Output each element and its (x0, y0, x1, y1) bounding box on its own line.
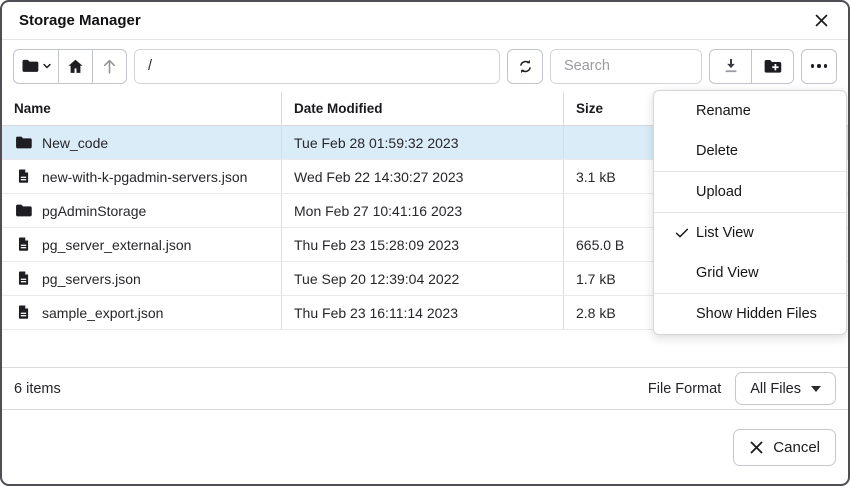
new-folder-button[interactable] (751, 49, 794, 84)
items-count: 6 items (14, 381, 61, 397)
check-icon (674, 225, 696, 241)
menu-item-rename[interactable]: Rename (654, 91, 846, 131)
check-icon (674, 184, 696, 200)
check-icon (674, 103, 696, 119)
file-date-modified: Tue Sep 20 12:39:04 2022 (282, 262, 564, 295)
menu-item-list-view[interactable]: List View (654, 213, 846, 253)
table-empty-area (2, 330, 848, 367)
menu-item-label: Upload (696, 184, 742, 200)
file-date-modified: Wed Feb 22 14:30:27 2023 (282, 160, 564, 193)
file-name: new-with-k-pgadmin-servers.json (42, 169, 247, 185)
check-icon (674, 265, 696, 281)
new-folder-icon (762, 56, 783, 77)
file-format-label: File Format (648, 381, 721, 397)
refresh-icon (516, 57, 535, 76)
menu-item-grid-view[interactable]: Grid View (654, 253, 846, 293)
close-icon (813, 12, 830, 29)
download-icon (721, 56, 741, 76)
dialog-actions: Cancel (2, 409, 848, 484)
column-header-name[interactable]: Name (2, 92, 282, 125)
column-header-date-modified[interactable]: Date Modified (282, 92, 564, 125)
file-date-modified: Thu Feb 23 15:28:09 2023 (282, 228, 564, 261)
file-icon (14, 269, 33, 288)
file-name: pgAdminStorage (42, 203, 146, 219)
file-action-group (709, 49, 794, 84)
nav-button-group (13, 49, 127, 84)
file-name: New_code (42, 135, 108, 151)
refresh-button[interactable] (507, 49, 543, 84)
file-name: pg_server_external.json (42, 237, 191, 253)
status-bar: 6 items File Format All Files (2, 367, 848, 409)
title-bar: Storage Manager (2, 2, 848, 40)
folder-icon (20, 56, 40, 76)
options-menu: Rename Delete Upload List View Grid View… (653, 90, 847, 335)
toolbar (2, 40, 848, 92)
storage-select-button[interactable] (13, 49, 59, 84)
close-button[interactable] (808, 8, 834, 34)
path-input[interactable] (134, 49, 500, 84)
check-icon (674, 306, 696, 322)
menu-item-delete[interactable]: Delete (654, 131, 846, 171)
file-icon (14, 235, 33, 254)
file-date-modified: Mon Feb 27 10:41:16 2023 (282, 194, 564, 227)
menu-item-label: Rename (696, 103, 751, 119)
folder-icon (14, 133, 33, 152)
home-icon (66, 57, 85, 76)
menu-item-show-hidden-files[interactable]: Show Hidden Files (654, 294, 846, 334)
file-icon (14, 167, 33, 186)
file-icon (14, 303, 33, 322)
page-title: Storage Manager (19, 12, 808, 29)
up-directory-button[interactable] (92, 49, 127, 84)
file-name: sample_export.json (42, 305, 163, 321)
folder-icon (14, 201, 33, 220)
file-name: pg_servers.json (42, 271, 141, 287)
storage-manager-dialog: Storage Manager (0, 0, 850, 486)
more-options-button[interactable] (801, 49, 837, 84)
menu-item-label: List View (696, 225, 754, 241)
home-button[interactable] (58, 49, 93, 84)
menu-item-label: Delete (696, 143, 738, 159)
download-button[interactable] (709, 49, 752, 84)
chevron-down-icon (42, 61, 52, 71)
file-format-value: All Files (750, 381, 801, 397)
cancel-x-icon (749, 440, 764, 455)
arrow-up-icon (100, 57, 119, 76)
cancel-label: Cancel (773, 439, 820, 456)
check-icon (674, 143, 696, 159)
file-date-modified: Thu Feb 23 16:11:14 2023 (282, 296, 564, 329)
search-input[interactable] (550, 49, 702, 84)
file-date-modified: Tue Feb 28 01:59:32 2023 (282, 126, 564, 159)
file-format-select[interactable]: All Files (735, 372, 836, 405)
ellipsis-icon (811, 64, 828, 68)
menu-item-label: Show Hidden Files (696, 306, 817, 322)
caret-down-icon (811, 386, 821, 392)
menu-item-upload[interactable]: Upload (654, 172, 846, 212)
cancel-button[interactable]: Cancel (733, 429, 836, 466)
menu-item-label: Grid View (696, 265, 759, 281)
